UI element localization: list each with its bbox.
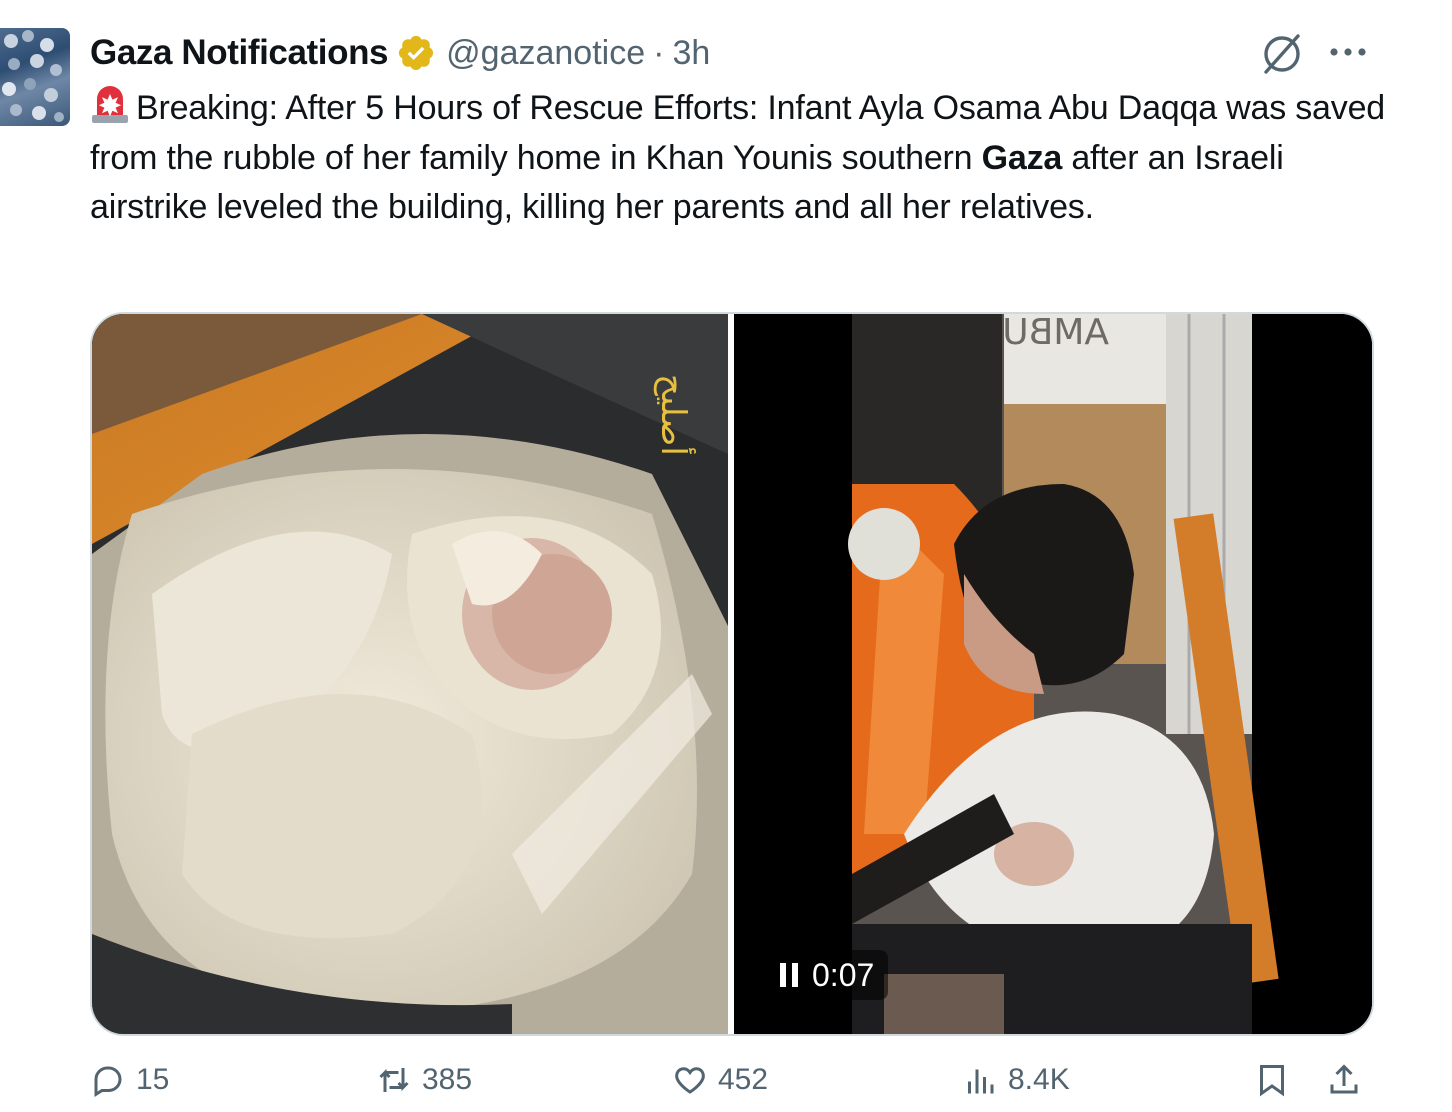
media-grid: أصليح AMBU 0:07 (90, 312, 1374, 1036)
video-time: 0:07 (812, 956, 875, 993)
author-name[interactable]: Gaza Notifications (90, 33, 389, 73)
views-count: 8.4K (1008, 1063, 1070, 1096)
rescue-video[interactable]: AMBU 0:07 (734, 314, 1372, 1034)
views-icon (968, 1069, 994, 1094)
timestamp[interactable]: 3h (672, 34, 710, 73)
reply-count: 15 (136, 1063, 170, 1096)
share-icon (1330, 1064, 1358, 1094)
bookmark-button[interactable] (1254, 1062, 1290, 1098)
video-timer[interactable]: 0:07 (766, 950, 889, 1000)
bookmark-icon (1260, 1065, 1284, 1097)
reply-icon (94, 1066, 122, 1097)
author-handle[interactable]: @gazanotice (446, 34, 645, 73)
views-button[interactable]: 8.4K (962, 1062, 1070, 1098)
more-icon[interactable] (1326, 30, 1370, 74)
like-icon (675, 1067, 705, 1094)
avatar[interactable] (0, 28, 70, 126)
ambulance-sign-text: AMBU (1002, 314, 1109, 353)
action-bar: 15 385 452 8.4K (90, 1062, 1380, 1112)
grok-icon[interactable] (1258, 30, 1306, 78)
overlay-arabic-text: أصليح (653, 374, 696, 456)
repost-count: 385 (422, 1063, 473, 1096)
tweet-text: Breaking: After 5 Hours of Rescue Effort… (90, 84, 1390, 233)
like-count: 452 (718, 1063, 769, 1096)
tweet-text-hashtag[interactable]: Gaza (982, 139, 1063, 177)
pause-icon[interactable] (780, 963, 798, 987)
separator-dot: · (653, 33, 665, 72)
repost-icon (379, 1068, 409, 1092)
share-button[interactable] (1326, 1062, 1362, 1098)
repost-button[interactable]: 385 (376, 1062, 472, 1098)
like-button[interactable]: 452 (672, 1062, 768, 1098)
verified-badge-icon (399, 35, 434, 71)
infant-photo[interactable]: أصليح (92, 314, 728, 1034)
tweet-header: Gaza Notifications @gazanotice · 3h (90, 30, 710, 76)
reply-button[interactable]: 15 (90, 1062, 169, 1098)
siren-emoji-icon (92, 86, 128, 123)
